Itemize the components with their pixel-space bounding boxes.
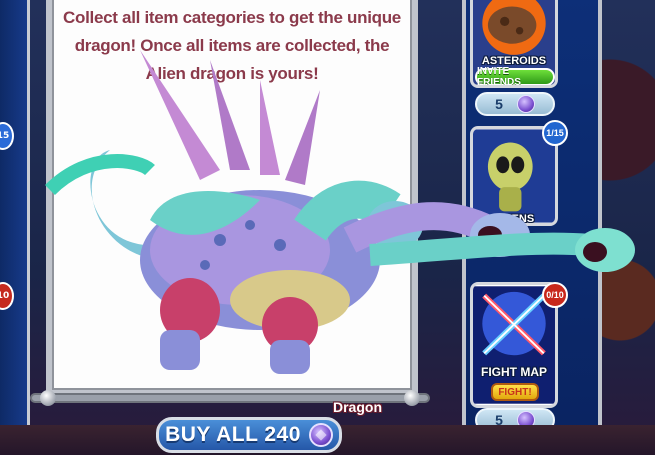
left-panel-edge: [0, 0, 30, 455]
buy-all-label: BUY ALL 240: [165, 423, 301, 446]
buy-all-button[interactable]: BUY ALL 240: [156, 417, 342, 453]
dragon-label: Dragon: [333, 399, 382, 415]
rivet-icon: [40, 390, 56, 406]
rivet-icon: [404, 390, 420, 406]
alien-dragon-image: [45, 50, 635, 374]
gem-icon: [308, 423, 333, 447]
